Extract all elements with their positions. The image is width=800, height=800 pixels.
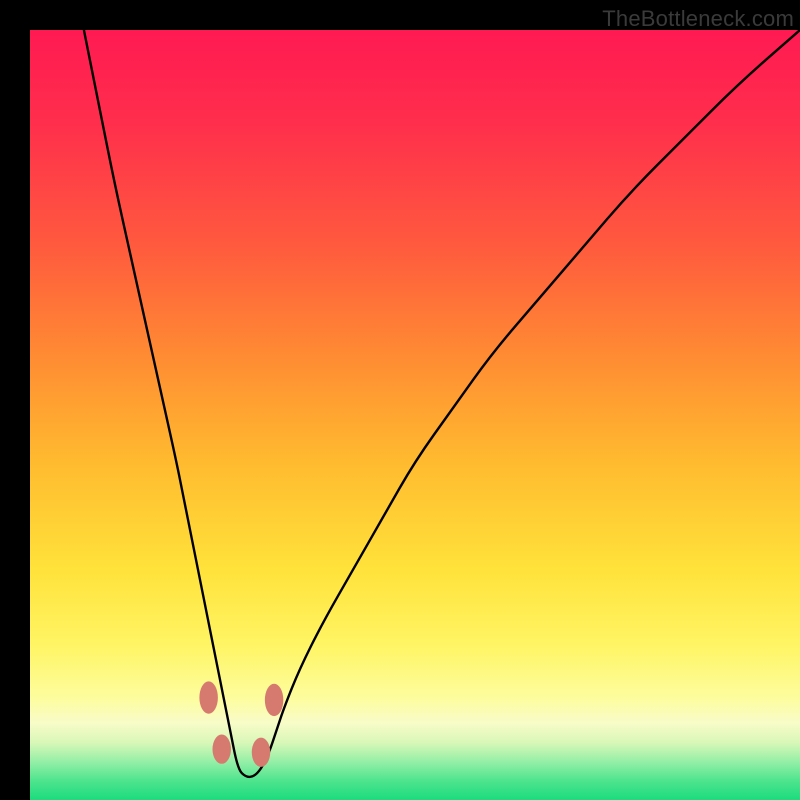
- right-upper-blob: [265, 684, 283, 716]
- plot-area: [30, 30, 800, 800]
- curve-markers: [199, 681, 283, 766]
- left-upper-blob: [199, 681, 217, 713]
- right-lower-blob: [252, 738, 270, 767]
- curve-layer: [30, 30, 800, 800]
- chart-frame: TheBottleneck.com: [0, 0, 800, 800]
- left-lower-blob: [212, 735, 230, 764]
- watermark-text: TheBottleneck.com: [602, 6, 794, 32]
- v-curve-path: [84, 30, 800, 777]
